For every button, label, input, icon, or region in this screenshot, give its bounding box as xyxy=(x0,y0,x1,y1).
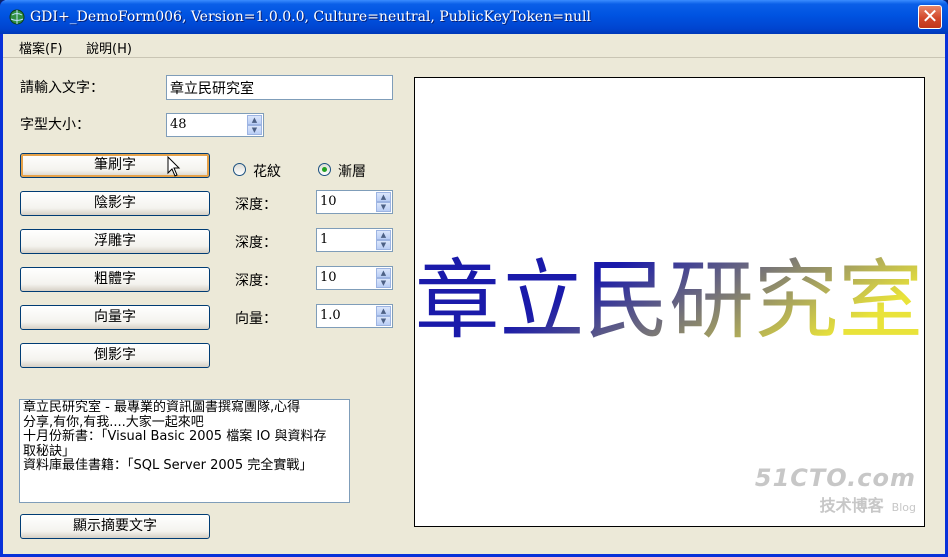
mouse-cursor-icon xyxy=(167,156,181,177)
summary-line: 分享,有你,有我....大家一起來吧 xyxy=(23,414,204,430)
main-window: GDI+_DemoForm006, Version=1.0.0.0, Cultu… xyxy=(0,0,948,557)
shadow-text-button[interactable]: 陰影字 xyxy=(20,191,210,216)
radio-texture-label: 花紋 xyxy=(253,164,281,180)
brush-text-button[interactable]: 筆刷字 xyxy=(20,153,210,178)
spin-up-arrow-icon[interactable]: ▲ xyxy=(376,230,391,240)
font-size-label: 字型大小： xyxy=(20,117,90,133)
summary-line: 取秘訣」 xyxy=(23,443,76,459)
close-icon: ✕ xyxy=(921,4,939,28)
spin-up-arrow-icon[interactable]: ▲ xyxy=(376,192,391,202)
bold-depth-value: 10 xyxy=(320,270,337,285)
drawing-canvas: 章立民研究室 51CTO.com 技术博客 Blog xyxy=(414,77,925,527)
vector-stepper[interactable]: 1.0 ▲ ▼ xyxy=(316,304,393,328)
watermark-brand: 51CTO.com xyxy=(754,464,916,492)
spin-down-arrow-icon[interactable]: ▼ xyxy=(376,278,391,288)
menu-help[interactable]: 說明(H) xyxy=(86,38,132,57)
reflect-text-button[interactable]: 倒影字 xyxy=(20,343,210,368)
summary-line: 章立民研究室 - 最專業的資訊圖書撰寫團隊,心得 xyxy=(23,400,301,415)
radio-gradient-label: 漸層 xyxy=(338,164,366,180)
watermark-sub: 技术博客 xyxy=(819,496,884,515)
vector-value: 1.0 xyxy=(320,308,341,323)
emboss-text-button[interactable]: 浮雕字 xyxy=(20,229,210,254)
vector-text-button[interactable]: 向量字 xyxy=(20,305,210,330)
radio-gradient-circle[interactable] xyxy=(318,163,331,176)
watermark-blog: Blog xyxy=(891,501,916,514)
spin-up-arrow-icon[interactable]: ▲ xyxy=(247,115,262,125)
radio-selected-dot xyxy=(322,167,327,172)
app-globe-icon xyxy=(9,9,25,25)
spin-down-arrow-icon[interactable]: ▼ xyxy=(376,240,391,250)
spin-down-arrow-icon[interactable]: ▼ xyxy=(247,125,262,135)
spin-down-arrow-icon[interactable]: ▼ xyxy=(376,202,391,212)
emboss-depth-stepper[interactable]: 1 ▲ ▼ xyxy=(316,228,393,252)
summary-textbox[interactable]: 章立民研究室 - 最專業的資訊圖書撰寫團隊,心得 分享,有你,有我....大家一… xyxy=(19,399,350,503)
vector-label: 向量： xyxy=(235,311,277,327)
title-bar[interactable]: GDI+_DemoForm006, Version=1.0.0.0, Cultu… xyxy=(0,0,948,34)
shadow-depth-value: 10 xyxy=(320,194,337,209)
rendered-text: 章立民研究室 xyxy=(415,251,923,351)
menu-bar: 檔案(F) 說明(H) xyxy=(3,34,945,58)
font-size-stepper[interactable]: 48 ▲ ▼ xyxy=(166,113,264,137)
radio-texture-circle[interactable] xyxy=(233,163,246,176)
bold-depth-stepper[interactable]: 10 ▲ ▼ xyxy=(316,266,393,290)
rendered-text-svg: 章立民研究室 xyxy=(415,251,923,351)
spin-up-arrow-icon[interactable]: ▲ xyxy=(376,268,391,278)
font-size-value: 48 xyxy=(170,117,187,132)
menu-file[interactable]: 檔案(F) xyxy=(19,38,63,57)
summary-line: 資料庫最佳書籍：「SQL Server 2005 完全實戰」 xyxy=(23,458,313,473)
text-input[interactable]: 章立民研究室 xyxy=(166,75,393,100)
bold-depth-label: 深度： xyxy=(235,273,277,289)
spin-up-arrow-icon[interactable]: ▲ xyxy=(376,306,391,316)
close-button[interactable]: ✕ xyxy=(918,5,942,29)
watermark: 51CTO.com 技术博客 Blog xyxy=(755,464,916,516)
show-summary-button[interactable]: 顯示摘要文字 xyxy=(20,514,210,539)
input-text-label: 請輸入文字： xyxy=(20,80,104,96)
shadow-depth-stepper[interactable]: 10 ▲ ▼ xyxy=(316,190,393,214)
spin-down-arrow-icon[interactable]: ▼ xyxy=(376,316,391,326)
emboss-depth-value: 1 xyxy=(320,232,329,247)
summary-line: 十月份新書：「Visual Basic 2005 檔案 IO 與資料存 xyxy=(23,429,327,444)
emboss-depth-label: 深度： xyxy=(235,235,277,251)
shadow-depth-label: 深度： xyxy=(235,197,277,213)
bold-text-button[interactable]: 粗體字 xyxy=(20,267,210,292)
window-title: GDI+_DemoForm006, Version=1.0.0.0, Cultu… xyxy=(30,9,591,25)
